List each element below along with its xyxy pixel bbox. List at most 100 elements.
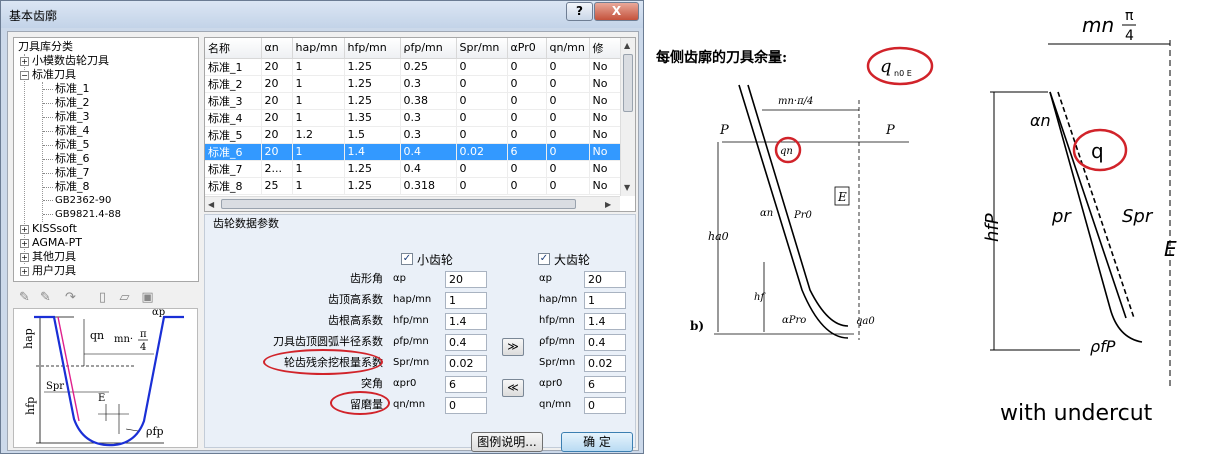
col-header[interactable]: Spr/mn — [456, 38, 508, 59]
tree-item-agma[interactable]: + AGMA-PT — [20, 236, 82, 250]
large-gear-value-input[interactable]: 1.4 — [584, 313, 626, 330]
table-cell[interactable]: 20 — [261, 109, 293, 127]
table-cell[interactable]: 0.4 — [400, 160, 457, 178]
table-cell[interactable]: 0.3 — [400, 126, 457, 144]
table-cell[interactable]: 1.5 — [344, 126, 401, 144]
table-cell[interactable]: 1 — [292, 92, 345, 110]
small-gear-value-input[interactable]: 1.4 — [445, 313, 487, 330]
table-cell[interactable]: 标准_7 — [205, 160, 262, 178]
table-cell[interactable]: No — [589, 177, 621, 195]
table-cell[interactable]: 0 — [507, 160, 547, 178]
table-cell[interactable]: No — [589, 58, 621, 76]
col-header[interactable]: hap/mn — [292, 38, 345, 59]
table-cell[interactable]: 1.25 — [344, 177, 401, 195]
table-cell[interactable]: 20 — [261, 143, 293, 161]
small-gear-value-input[interactable]: 0 — [445, 397, 487, 414]
table-cell[interactable]: 0 — [507, 58, 547, 76]
table-cell[interactable]: 0 — [456, 92, 508, 110]
tree-child[interactable]: 标准_1 — [43, 82, 90, 96]
tree-child[interactable]: 标准_6 — [43, 152, 90, 166]
table-cell[interactable]: No — [589, 160, 621, 178]
edit-all-icon[interactable]: ✎ — [37, 290, 54, 305]
table-cell[interactable]: 标准_4 — [205, 109, 262, 127]
table-cell[interactable]: 25 — [261, 177, 293, 195]
expand-icon[interactable]: + — [20, 252, 29, 262]
table-cell[interactable]: 0 — [456, 109, 508, 127]
large-gear-value-input[interactable]: 0.4 — [584, 334, 626, 351]
table-cell[interactable]: 1.25 — [344, 75, 401, 93]
col-header[interactable]: 名称 — [205, 38, 262, 59]
tree-child[interactable]: 标准_5 — [43, 138, 90, 152]
table-cell[interactable]: 标准_2 — [205, 75, 262, 93]
tree-child[interactable]: 标准_7 — [43, 166, 90, 180]
table-cell[interactable]: 标准_6 — [205, 143, 262, 161]
small-gear-value-input[interactable]: 20 — [445, 271, 487, 288]
tree-item-standard-tools[interactable]: − 标准刀具 — [20, 68, 76, 82]
new-file-icon[interactable]: ▯ — [94, 290, 111, 305]
table-cell[interactable]: 0 — [546, 177, 590, 195]
col-header[interactable]: hfp/mn — [344, 38, 401, 59]
table-cell[interactable]: 0 — [546, 75, 590, 93]
tree-item-user-tools[interactable]: + 用户刀具 — [20, 264, 76, 278]
table-cell[interactable]: 标准_5 — [205, 126, 262, 144]
large-gear-value-input[interactable]: 6 — [584, 376, 626, 393]
expand-icon[interactable]: + — [20, 238, 29, 248]
table-cell[interactable]: 2... — [261, 160, 293, 178]
table-cell[interactable]: 1.2 — [292, 126, 345, 144]
profile-table-body[interactable]: 名称 αn hap/mn hfp/mn ρfp/mn Spr/mn αPr0 q… — [205, 38, 621, 195]
table-cell[interactable]: 0.4 — [400, 143, 457, 161]
table-cell[interactable]: 0.3 — [400, 109, 457, 127]
large-gear-value-input[interactable]: 0 — [584, 397, 626, 414]
table-cell[interactable]: 0 — [456, 126, 508, 144]
legend-button[interactable]: 图例说明... — [471, 432, 543, 452]
table-cell[interactable]: 0 — [546, 126, 590, 144]
large-gear-checkbox[interactable]: ✓ — [538, 253, 550, 265]
small-gear-value-input[interactable]: 0.02 — [445, 355, 487, 372]
table-cell[interactable]: 20 — [261, 58, 293, 76]
table-row[interactable]: 标准_6 20 1 1.4 0.4 0.02 6 0 No — [205, 143, 621, 161]
col-header[interactable]: αn — [261, 38, 293, 59]
table-cell[interactable]: 0 — [546, 58, 590, 76]
table-row[interactable]: 标准_3 20 1 1.25 0.38 0 0 0 No — [205, 92, 621, 110]
table-cell[interactable]: 1.35 — [344, 109, 401, 127]
tree-child[interactable]: 标准_4 — [43, 124, 90, 138]
tree-child[interactable]: GB9821.4-88 — [43, 208, 121, 222]
save-file-icon[interactable]: ▣ — [139, 290, 156, 305]
tree-root-label[interactable]: 刀具库分类 — [18, 40, 73, 54]
small-gear-value-input[interactable]: 6 — [445, 376, 487, 393]
scroll-left-icon[interactable]: ◀ — [208, 200, 214, 209]
table-row[interactable]: 标准_8 25 1 1.25 0.318 0 0 0 No — [205, 177, 621, 195]
profile-table[interactable]: 名称 αn hap/mn hfp/mn ρfp/mn Spr/mn αPr0 q… — [204, 37, 636, 212]
large-gear-value-input[interactable]: 20 — [584, 271, 626, 288]
tree-item-other-tools[interactable]: + 其他刀具 — [20, 250, 76, 264]
scroll-right-icon[interactable]: ▶ — [605, 200, 611, 209]
table-cell[interactable]: 1.25 — [344, 160, 401, 178]
col-header[interactable]: αPr0 — [507, 38, 547, 59]
table-row[interactable]: 标准_7 2... 1 1.25 0.4 0 0 0 No — [205, 160, 621, 178]
scroll-thumb[interactable] — [623, 54, 633, 112]
table-cell[interactable]: 1 — [292, 58, 345, 76]
table-cell[interactable]: 6 — [507, 143, 547, 161]
table-cell[interactable]: 标准_3 — [205, 92, 262, 110]
table-cell[interactable]: 0 — [456, 58, 508, 76]
table-cell[interactable]: 0 — [456, 160, 508, 178]
small-gear-checkbox[interactable]: ✓ — [401, 253, 413, 265]
table-cell[interactable]: 1 — [292, 75, 345, 93]
tree-child[interactable]: 标准_3 — [43, 110, 90, 124]
table-cell[interactable]: No — [589, 92, 621, 110]
table-cell[interactable]: 0 — [507, 109, 547, 127]
ok-button[interactable]: 确 定 — [561, 432, 633, 452]
help-button[interactable]: ? — [566, 2, 593, 21]
table-cell[interactable]: 1 — [292, 109, 345, 127]
copy-to-large-button[interactable]: ≫ — [502, 338, 524, 356]
expand-icon[interactable]: + — [20, 56, 29, 66]
table-cell[interactable]: No — [589, 143, 621, 161]
table-cell[interactable]: 20 — [261, 75, 293, 93]
close-button[interactable]: X — [594, 2, 639, 21]
table-cell[interactable]: 1 — [292, 160, 345, 178]
table-cell[interactable]: 标准_1 — [205, 58, 262, 76]
edit-icon[interactable]: ✎ — [16, 290, 33, 305]
table-cell[interactable]: 1 — [292, 177, 345, 195]
table-cell[interactable]: No — [589, 109, 621, 127]
table-cell[interactable]: 0 — [546, 160, 590, 178]
